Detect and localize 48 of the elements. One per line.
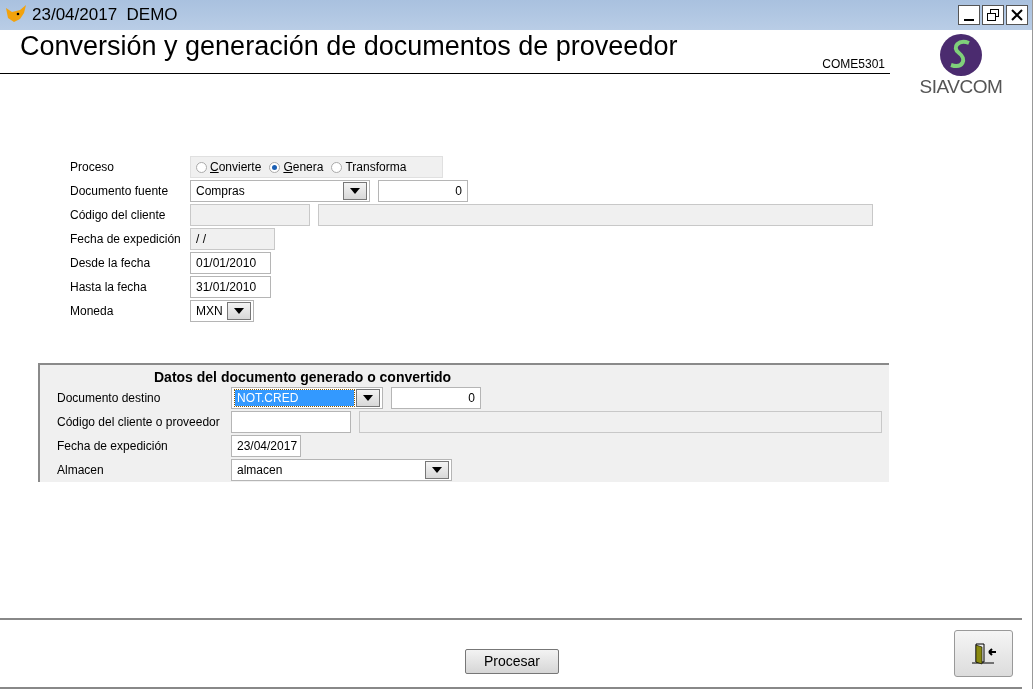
restore-button[interactable] (982, 5, 1004, 25)
page-title: Conversión y generación de documentos de proveedor (20, 30, 678, 62)
dropdown-value: almacen (236, 462, 284, 478)
logo-text: SIAVCOM (919, 77, 1003, 97)
panel-title: Datos del documento generado o convertido (154, 368, 453, 386)
field-label: Moneda (70, 303, 115, 320)
close-button[interactable] (1006, 5, 1028, 25)
minimize-button[interactable] (958, 5, 980, 25)
radio-option[interactable]: Transforma (331, 158, 407, 176)
field-label: Almacen (57, 462, 105, 479)
process-button[interactable]: Procesar (465, 648, 559, 674)
field-label: Código del cliente (70, 207, 167, 224)
dropdown-value: MXN (195, 303, 224, 319)
text-field[interactable]: 23/04/2017 (231, 435, 301, 457)
dropdown-field[interactable]: MXN (190, 300, 254, 322)
text-field[interactable] (231, 411, 351, 433)
dropdown-button[interactable] (356, 389, 380, 407)
radio-option[interactable]: Convierte (196, 158, 262, 176)
dropdown-field[interactable]: Compras (190, 180, 370, 202)
field-label: Hasta la fecha (70, 279, 148, 296)
exit-button[interactable] (954, 630, 1013, 677)
exit-door-icon (970, 642, 997, 665)
text-field[interactable]: 01/01/2010 (190, 252, 271, 274)
field-label: Fecha de expedición (70, 231, 182, 248)
number-field[interactable]: 0 (378, 180, 468, 202)
number-field[interactable]: 0 (391, 387, 481, 409)
dropdown-button[interactable] (425, 461, 449, 479)
screen-code: COME5301 (822, 56, 885, 73)
field-label: Proceso (70, 159, 116, 176)
close-icon (1011, 9, 1023, 21)
caret-down-icon (234, 308, 244, 314)
caret-down-icon (363, 395, 373, 401)
field-label: Documento destino (57, 390, 162, 407)
window-title: 23/04/2017 DEMO (32, 4, 178, 27)
restore-icon (987, 9, 999, 21)
field-label: Documento fuente (70, 183, 170, 200)
dropdown-field[interactable]: almacen (231, 459, 452, 481)
field-label: Código del cliente o proveedor (57, 414, 221, 431)
field-label: Desde la fecha (70, 255, 152, 272)
dropdown-value: Compras (195, 183, 246, 199)
caret-down-icon (350, 188, 360, 194)
field-label: Fecha de expedición (57, 438, 169, 455)
caret-down-icon (432, 467, 442, 473)
dropdown-button[interactable] (343, 182, 367, 200)
dropdown-button[interactable] (227, 302, 251, 320)
dropdown-value: NOT.CRED (235, 390, 354, 406)
radio-option[interactable]: Genera (269, 158, 324, 176)
text-field[interactable]: 31/01/2010 (190, 276, 271, 298)
